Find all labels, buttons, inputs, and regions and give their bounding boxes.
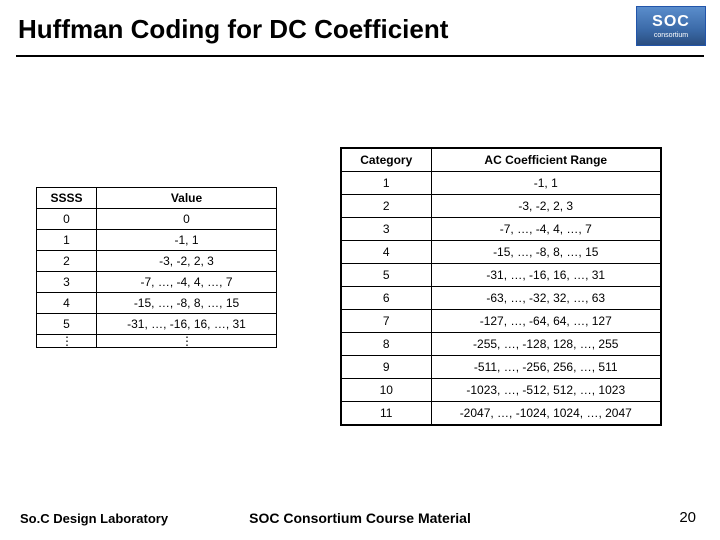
range-cell: -31, …, -16, 16, …, 31 bbox=[431, 264, 661, 287]
range-cell: -511, …, -256, 256, …, 511 bbox=[431, 356, 661, 379]
value-header: Value bbox=[97, 188, 277, 209]
page-number: 20 bbox=[679, 509, 696, 526]
table-row: 7-127, …, -64, 64, …, 127 bbox=[341, 310, 661, 333]
category-header: Category bbox=[341, 148, 431, 172]
table-row: 3-7, …, -4, 4, …, 7 bbox=[341, 218, 661, 241]
table-header-row: SSSS Value bbox=[37, 188, 277, 209]
table-header-row: Category AC Coefficient Range bbox=[341, 148, 661, 172]
value-cell: -1, 1 bbox=[97, 230, 277, 251]
ssss-cell: 3 bbox=[37, 272, 97, 293]
table-row: 1 -1, 1 bbox=[37, 230, 277, 251]
ssss-cell: 1 bbox=[37, 230, 97, 251]
vdots-icon: ⋮ bbox=[97, 335, 277, 348]
range-cell: -1, 1 bbox=[431, 172, 661, 195]
table-row: 5-31, …, -16, 16, …, 31 bbox=[341, 264, 661, 287]
page-title: Huffman Coding for DC Coefficient bbox=[18, 14, 702, 45]
range-cell: -3, -2, 2, 3 bbox=[431, 195, 661, 218]
range-cell: -7, …, -4, 4, …, 7 bbox=[431, 218, 661, 241]
category-cell: 3 bbox=[341, 218, 431, 241]
table-row: 11-2047, …, -1024, 1024, …, 2047 bbox=[341, 402, 661, 426]
table-row: 9-511, …, -256, 256, …, 511 bbox=[341, 356, 661, 379]
range-cell: -15, …, -8, 8, …, 15 bbox=[431, 241, 661, 264]
table-row: 10-1023, …, -512, 512, …, 1023 bbox=[341, 379, 661, 402]
table-row: 1-1, 1 bbox=[341, 172, 661, 195]
category-cell: 2 bbox=[341, 195, 431, 218]
category-table: Category AC Coefficient Range 1-1, 1 2-3… bbox=[340, 147, 662, 426]
soc-logo-subtext: consortium bbox=[654, 32, 688, 39]
category-cell: 5 bbox=[341, 264, 431, 287]
range-cell: -1023, …, -512, 512, …, 1023 bbox=[431, 379, 661, 402]
footer-left-label: So.C Design Laboratory bbox=[20, 511, 168, 526]
table-row-ellipsis: ⋮ ⋮ bbox=[37, 335, 277, 348]
footer-center-label: SOC Consortium Course Material bbox=[249, 510, 471, 526]
range-cell: -2047, …, -1024, 1024, …, 2047 bbox=[431, 402, 661, 426]
table-row: 5 -31, …, -16, 16, …, 31 bbox=[37, 314, 277, 335]
category-cell: 7 bbox=[341, 310, 431, 333]
table-row: 0 0 bbox=[37, 209, 277, 230]
value-cell: -3, -2, 2, 3 bbox=[97, 251, 277, 272]
category-cell: 11 bbox=[341, 402, 431, 426]
title-bar: Huffman Coding for DC Coefficient bbox=[0, 0, 720, 51]
range-cell: -255, …, -128, 128, …, 255 bbox=[431, 333, 661, 356]
category-cell: 6 bbox=[341, 287, 431, 310]
soc-logo: SOC consortium bbox=[636, 6, 706, 46]
ssss-cell: 5 bbox=[37, 314, 97, 335]
value-cell: 0 bbox=[97, 209, 277, 230]
vdots-icon: ⋮ bbox=[37, 335, 97, 348]
ssss-cell: 4 bbox=[37, 293, 97, 314]
value-cell: -15, …, -8, 8, …, 15 bbox=[97, 293, 277, 314]
category-cell: 8 bbox=[341, 333, 431, 356]
category-cell: 4 bbox=[341, 241, 431, 264]
table-row: 2-3, -2, 2, 3 bbox=[341, 195, 661, 218]
range-header: AC Coefficient Range bbox=[431, 148, 661, 172]
value-cell: -7, …, -4, 4, …, 7 bbox=[97, 272, 277, 293]
range-cell: -127, …, -64, 64, …, 127 bbox=[431, 310, 661, 333]
table-row: 4-15, …, -8, 8, …, 15 bbox=[341, 241, 661, 264]
ssss-cell: 2 bbox=[37, 251, 97, 272]
value-cell: -31, …, -16, 16, …, 31 bbox=[97, 314, 277, 335]
ssss-table: SSSS Value 0 0 1 -1, 1 2 -3, -2, 2, 3 3 … bbox=[36, 187, 277, 348]
category-cell: 10 bbox=[341, 379, 431, 402]
category-cell: 9 bbox=[341, 356, 431, 379]
content-area: SSSS Value 0 0 1 -1, 1 2 -3, -2, 2, 3 3 … bbox=[0, 57, 720, 477]
category-cell: 1 bbox=[341, 172, 431, 195]
table-row: 4 -15, …, -8, 8, …, 15 bbox=[37, 293, 277, 314]
table-row: 2 -3, -2, 2, 3 bbox=[37, 251, 277, 272]
soc-logo-text: SOC bbox=[652, 14, 690, 30]
table-row: 8-255, …, -128, 128, …, 255 bbox=[341, 333, 661, 356]
ssss-header: SSSS bbox=[37, 188, 97, 209]
table-row: 6-63, …, -32, 32, …, 63 bbox=[341, 287, 661, 310]
table-row: 3 -7, …, -4, 4, …, 7 bbox=[37, 272, 277, 293]
ssss-cell: 0 bbox=[37, 209, 97, 230]
range-cell: -63, …, -32, 32, …, 63 bbox=[431, 287, 661, 310]
